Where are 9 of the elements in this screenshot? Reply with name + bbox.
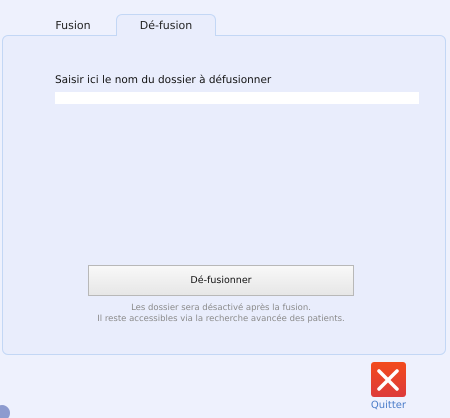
defuse-button[interactable]: Dé-fusionner (88, 265, 354, 296)
note-text: Les dossier sera désactivé après la fusion. (131, 303, 311, 314)
quit-label[interactable]: Quitter (370, 400, 406, 411)
note-text: Il reste accessibles via la recherche avancée des patients. (97, 314, 345, 325)
field-label: Saisir ici le nom du dossier à défusionner (55, 74, 272, 86)
tab[interactable]: Fusion (30, 14, 116, 35)
tab[interactable]: Dé-fusion (116, 14, 216, 36)
close-button[interactable] (370, 362, 406, 397)
close-icon (376, 368, 400, 392)
